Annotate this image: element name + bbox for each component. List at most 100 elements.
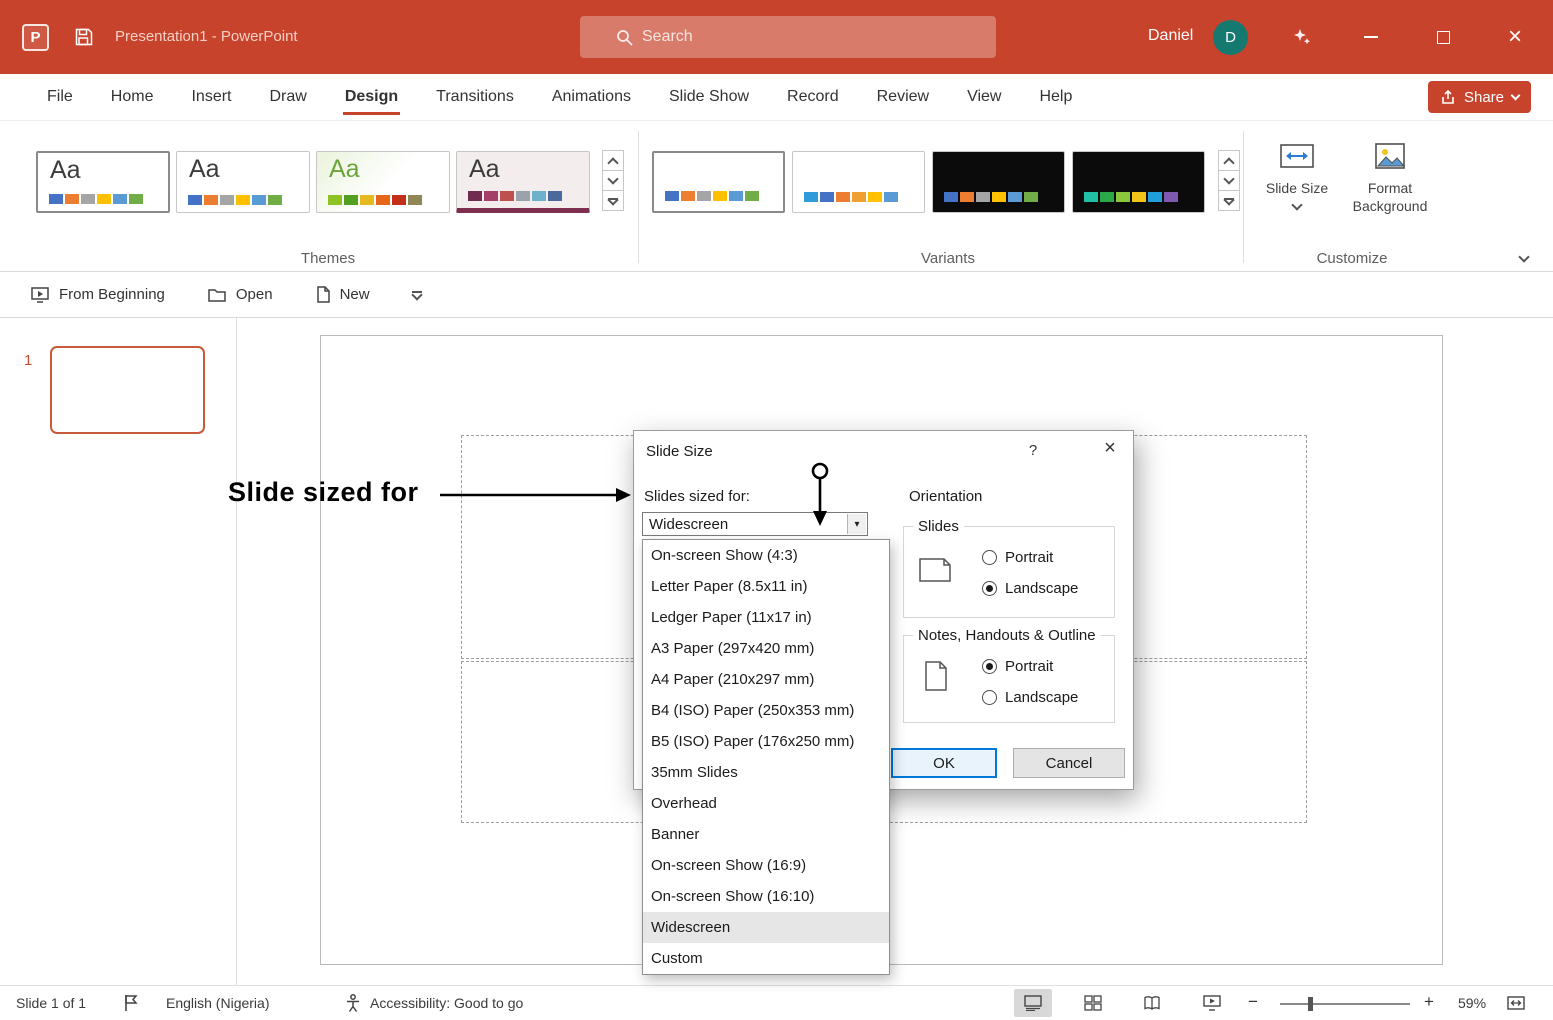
list-item[interactable]: Custom <box>643 943 889 974</box>
open-button[interactable]: Open <box>207 286 273 303</box>
theme-2[interactable]: Aa <box>176 151 310 213</box>
portrait-label[interactable]: Portrait <box>1005 549 1053 566</box>
slides-portrait-option[interactable]: Portrait <box>982 549 1053 566</box>
variant-1[interactable] <box>652 151 785 213</box>
tab-draw[interactable]: Draw <box>250 74 325 120</box>
user-name[interactable]: Daniel <box>1148 27 1193 45</box>
slide-sorter-view-button[interactable] <box>1074 989 1112 1017</box>
theme-facet[interactable]: Aa <box>316 151 450 213</box>
accessibility-status[interactable]: Accessibility: Good to go <box>370 995 523 1011</box>
radio-checked-icon[interactable] <box>982 659 997 674</box>
tab-home[interactable]: Home <box>92 74 173 120</box>
landscape-label[interactable]: Landscape <box>1005 580 1078 597</box>
ok-button[interactable]: OK <box>891 748 997 778</box>
avatar-initial: D <box>1225 29 1236 46</box>
zoom-out-button[interactable]: − <box>1248 992 1258 1012</box>
search-box[interactable] <box>580 16 996 58</box>
variant-2[interactable] <box>792 151 925 213</box>
theme-office[interactable]: Aa <box>36 151 170 213</box>
orientation-label: Orientation <box>909 488 982 505</box>
slide-size-button[interactable]: Slide Size <box>1265 139 1329 209</box>
slides-landscape-option[interactable]: Landscape <box>982 580 1078 597</box>
notes-landscape-option[interactable]: Landscape <box>982 689 1078 706</box>
tab-view[interactable]: View <box>948 74 1020 120</box>
list-item[interactable]: A4 Paper (210x297 mm) <box>643 664 889 695</box>
slides-sized-for-dropdown[interactable]: Widescreen ▾ <box>642 512 868 536</box>
slide-show-view-button[interactable] <box>1193 989 1231 1017</box>
radio-unchecked-icon[interactable] <box>982 550 997 565</box>
search-input[interactable] <box>642 28 962 46</box>
zoom-slider-thumb[interactable] <box>1308 997 1313 1011</box>
variants-scroll-down-button[interactable] <box>1218 170 1240 191</box>
tab-review[interactable]: Review <box>858 74 948 120</box>
slide-counter[interactable]: Slide 1 of 1 <box>16 995 86 1011</box>
slide-size-icon <box>1277 139 1317 175</box>
list-item[interactable]: B4 (ISO) Paper (250x353 mm) <box>643 695 889 726</box>
list-item[interactable]: Overhead <box>643 788 889 819</box>
tab-file[interactable]: File <box>28 74 92 120</box>
dialog-help-button[interactable]: ? <box>1022 442 1044 459</box>
proofing-flag-icon[interactable] <box>122 993 140 1016</box>
slide-1-thumbnail[interactable] <box>50 346 205 434</box>
radio-unchecked-icon[interactable] <box>982 690 997 705</box>
list-item[interactable]: On-screen Show (16:9) <box>643 850 889 881</box>
language-indicator[interactable]: English (Nigeria) <box>166 995 269 1011</box>
from-beginning-button[interactable]: From Beginning <box>30 286 165 304</box>
maximize-button[interactable] <box>1414 0 1472 74</box>
list-item[interactable]: 35mm Slides <box>643 757 889 788</box>
tab-help[interactable]: Help <box>1020 74 1091 120</box>
share-chevron-icon <box>1511 90 1521 100</box>
new-button[interactable]: New <box>315 285 370 304</box>
list-item[interactable]: Letter Paper (8.5x11 in) <box>643 571 889 602</box>
whats-new-icon[interactable] <box>1291 26 1313 53</box>
list-item[interactable]: On-screen Show (16:10) <box>643 881 889 912</box>
variants-more-button[interactable] <box>1218 190 1240 211</box>
landscape-label[interactable]: Landscape <box>1005 689 1078 706</box>
radio-checked-icon[interactable] <box>982 581 997 596</box>
tab-slide-show[interactable]: Slide Show <box>650 74 768 120</box>
notes-orientation-group: Notes, Handouts & Outline Portrait Lands… <box>903 635 1115 723</box>
dropdown-arrow-icon[interactable]: ▾ <box>847 514 866 534</box>
reading-view-button[interactable] <box>1133 989 1171 1017</box>
zoom-in-button[interactable]: + <box>1424 992 1434 1012</box>
theme-dividend[interactable]: Aa <box>456 151 590 213</box>
list-item[interactable]: Banner <box>643 819 889 850</box>
variants-scroll-up-button[interactable] <box>1218 150 1240 171</box>
tab-record[interactable]: Record <box>768 74 858 120</box>
accessibility-icon[interactable] <box>344 993 362 1016</box>
themes-scroll-down-button[interactable] <box>602 170 624 191</box>
variant-3[interactable] <box>932 151 1065 213</box>
cancel-button[interactable]: Cancel <box>1013 748 1125 778</box>
list-item[interactable]: B5 (ISO) Paper (176x250 mm) <box>643 726 889 757</box>
chevron-up-icon <box>1223 157 1234 168</box>
minimize-button[interactable] <box>1342 0 1400 74</box>
notes-portrait-option[interactable]: Portrait <box>982 658 1053 675</box>
variant-4[interactable] <box>1072 151 1205 213</box>
format-background-button[interactable]: Format Background <box>1344 139 1436 215</box>
share-button[interactable]: Share <box>1428 81 1531 113</box>
themes-more-button[interactable] <box>602 190 624 211</box>
slide-size-label: Slide Size <box>1266 180 1328 198</box>
list-item[interactable]: A3 Paper (297x420 mm) <box>643 633 889 664</box>
portrait-label[interactable]: Portrait <box>1005 658 1053 675</box>
themes-scroll-up-button[interactable] <box>602 150 624 171</box>
collapse-ribbon-icon[interactable] <box>1518 251 1529 262</box>
tab-design[interactable]: Design <box>326 74 417 120</box>
zoom-slider-track[interactable] <box>1280 1003 1410 1005</box>
normal-view-button[interactable] <box>1014 989 1052 1017</box>
dialog-close-button[interactable]: × <box>1087 431 1133 465</box>
tab-transitions[interactable]: Transitions <box>417 74 533 120</box>
tab-insert[interactable]: Insert <box>172 74 250 120</box>
tab-animations[interactable]: Animations <box>533 74 650 120</box>
avatar[interactable]: D <box>1213 20 1248 55</box>
fit-slide-to-window-icon[interactable] <box>1506 993 1526 1016</box>
close-button[interactable]: × <box>1486 0 1544 74</box>
list-item[interactable]: Ledger Paper (11x17 in) <box>643 602 889 633</box>
reading-view-icon <box>1143 995 1161 1011</box>
zoom-level[interactable]: 59% <box>1458 995 1486 1011</box>
list-item-widescreen-selected[interactable]: Widescreen <box>643 912 889 943</box>
toolbar-more-button[interactable] <box>412 291 422 299</box>
share-icon <box>1440 89 1456 105</box>
save-icon[interactable] <box>74 27 94 52</box>
list-item[interactable]: On-screen Show (4:3) <box>643 540 889 571</box>
